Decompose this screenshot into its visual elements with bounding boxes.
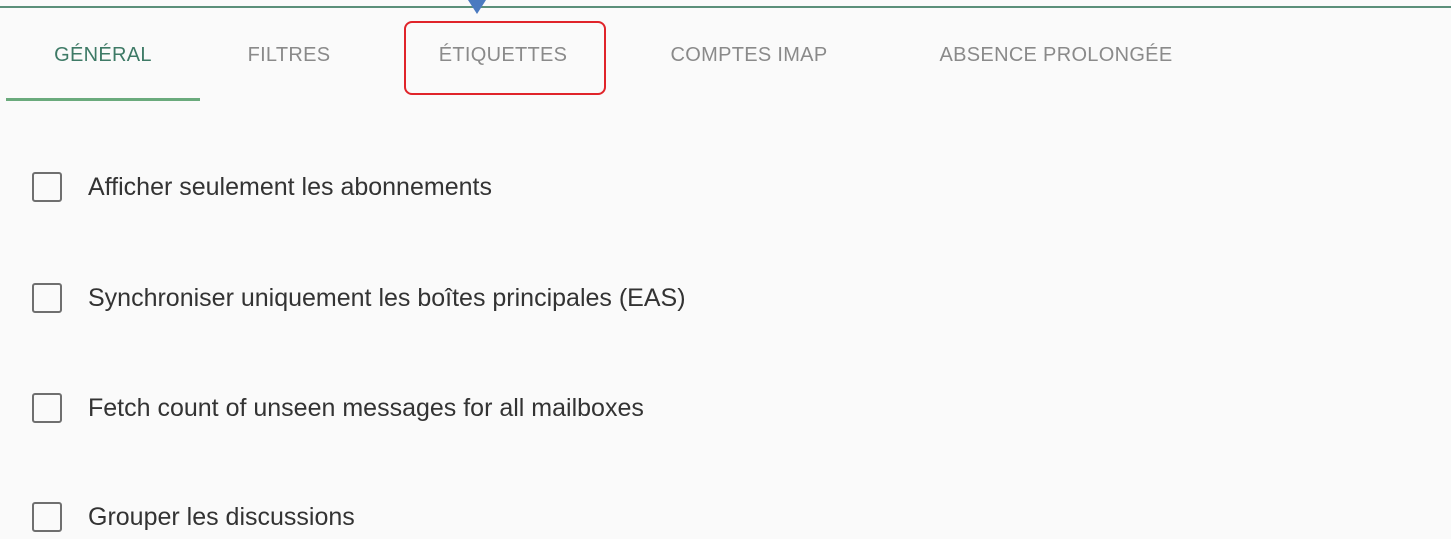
tab-extended-absence[interactable]: ABSENCE PROLONGÉE [906, 10, 1206, 100]
settings-tabs: GÉNÉRAL FILTRES ÉTIQUETTES COMPTES IMAP … [0, 10, 1451, 102]
tab-general-label: GÉNÉRAL [54, 43, 152, 66]
settings-page: GÉNÉRAL FILTRES ÉTIQUETTES COMPTES IMAP … [0, 0, 1451, 539]
option-sync-main-boxes[interactable]: Synchroniser uniquement les boîtes princ… [32, 278, 686, 318]
sync-main-boxes-label: Synchroniser uniquement les boîtes princ… [88, 283, 686, 312]
group-discussions-label: Grouper les discussions [88, 502, 355, 531]
tab-imap-accounts-label: COMPTES IMAP [670, 43, 828, 66]
option-show-subscriptions[interactable]: Afficher seulement les abonnements [32, 167, 492, 207]
highlight-annotation [404, 21, 606, 95]
tab-imap-accounts[interactable]: COMPTES IMAP [636, 10, 862, 100]
fetch-unseen-count-label: Fetch count of unseen messages for all m… [88, 393, 644, 422]
sync-main-boxes-checkbox[interactable] [32, 283, 62, 313]
tab-filters[interactable]: FILTRES [214, 10, 364, 100]
show-subscriptions-label: Afficher seulement les abonnements [88, 172, 492, 201]
tab-general[interactable]: GÉNÉRAL [6, 10, 200, 100]
tab-filters-label: FILTRES [247, 43, 331, 66]
option-group-discussions[interactable]: Grouper les discussions [32, 497, 355, 537]
group-discussions-checkbox[interactable] [32, 502, 62, 532]
option-fetch-unseen-count[interactable]: Fetch count of unseen messages for all m… [32, 388, 644, 428]
active-tab-indicator [6, 98, 200, 101]
show-subscriptions-checkbox[interactable] [32, 172, 62, 202]
fetch-unseen-count-checkbox[interactable] [32, 393, 62, 423]
header-divider [0, 6, 1451, 8]
tab-extended-absence-label: ABSENCE PROLONGÉE [939, 43, 1173, 66]
